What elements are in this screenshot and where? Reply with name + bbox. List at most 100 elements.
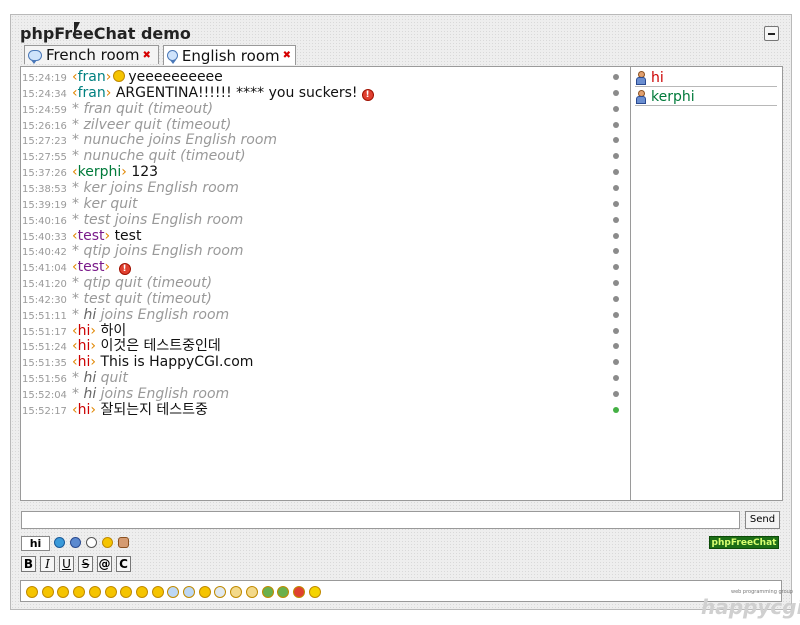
tab-english-room[interactable]: English room ✖ (163, 45, 296, 65)
smiley-icon[interactable] (26, 586, 38, 598)
message-nick[interactable]: hi (78, 323, 91, 339)
message-row: 15:52:17 ‹hi› 잘되는지 테스트중 (21, 402, 619, 418)
smiley-icon[interactable] (183, 586, 195, 598)
smiley-icon[interactable] (73, 586, 86, 598)
smiley-icon[interactable] (57, 586, 70, 598)
smiley-bar (20, 580, 782, 602)
message-text: 123 (131, 164, 159, 181)
smiley-icon[interactable] (198, 586, 211, 598)
message-nick[interactable]: hi (78, 338, 91, 354)
message-nick[interactable]: fran (78, 69, 106, 85)
smiley-icon[interactable] (88, 586, 101, 598)
user-icon[interactable] (118, 537, 129, 548)
smiley-icon[interactable] (214, 586, 227, 598)
smiley-icon[interactable] (135, 586, 148, 598)
bold-button[interactable]: B (21, 556, 36, 572)
message-row: 15:37:26 ‹kerphi› 123 (21, 164, 619, 180)
users-icon[interactable] (70, 537, 81, 548)
message-text: 잘되는지 테스트중 (100, 401, 208, 418)
color-button[interactable]: C (116, 556, 131, 572)
smiley-icon[interactable] (120, 586, 133, 598)
page-title: phpFreeChat demo (20, 24, 191, 43)
happycgi-logo: web programming group happycgi (701, 589, 800, 625)
smiley-icon[interactable] (102, 537, 113, 548)
message-status-dot (613, 137, 619, 144)
system-message: * ker joins English room (72, 179, 239, 196)
user-icon (635, 90, 646, 104)
system-star: * (72, 386, 84, 402)
message-nick[interactable]: test (78, 228, 105, 244)
message-row: 15:51:56 * hi quit (21, 370, 619, 386)
system-message: * hi quit (72, 370, 128, 386)
message-nick[interactable]: hi (83, 386, 96, 402)
message-status-dot (613, 74, 619, 80)
message-status-dot (613, 406, 619, 413)
message-row: 15:51:24 ‹hi› 이것은 테스트중인데 (21, 338, 619, 354)
message-status-dot (613, 359, 619, 366)
message-status-dot (613, 200, 619, 207)
message-status-dot (613, 327, 619, 334)
close-icon[interactable]: ✖ (142, 50, 150, 61)
smiley-icon[interactable] (151, 586, 164, 598)
send-button[interactable]: Send (745, 511, 780, 529)
smiley-icon[interactable] (41, 586, 54, 598)
smiley-icon[interactable] (230, 586, 243, 598)
message-text: 이것은 테스트중인데 (100, 338, 221, 355)
user-list-item[interactable]: hi (635, 69, 777, 87)
message-status-dot (613, 169, 619, 176)
message-row: 15:51:11 * hi joins English room (21, 307, 619, 323)
user-name: hi (651, 70, 664, 86)
message-nick[interactable]: kerphi (78, 164, 122, 180)
message-nick[interactable]: hi (78, 402, 91, 418)
message-text: joins English room (100, 306, 230, 323)
message-nick[interactable]: fran (78, 85, 106, 101)
close-icon[interactable]: ✖ (283, 50, 291, 61)
nick-button[interactable]: hi (21, 536, 50, 551)
globe-icon[interactable] (54, 537, 65, 548)
speech-bubble-icon (28, 49, 42, 64)
message-list[interactable]: 15:24:19 ‹fran› yeeeeeeeeee 15:24:34 ‹fran› … (20, 66, 631, 501)
smiley-icon[interactable] (104, 586, 117, 598)
message-status-dot (613, 105, 619, 112)
message-row: 15:41:20 * qtip quit (timeout) (21, 275, 619, 291)
message-status-dot (613, 89, 619, 96)
tab-french-room[interactable]: French room ✖ (24, 45, 159, 64)
message-nick[interactable]: test (78, 259, 105, 275)
italic-button[interactable]: I (40, 556, 55, 572)
nick-bracket-close: › (105, 84, 112, 101)
message-row: 15:51:35 ‹hi› This is HappyCGI.com (21, 354, 619, 370)
message-row: 15:39:19 * ker quit (21, 196, 619, 212)
underline-button[interactable]: U (59, 556, 74, 572)
mail-button[interactable]: @ (97, 556, 112, 572)
message-status-dot (613, 121, 619, 128)
minimize-icon[interactable] (764, 26, 779, 41)
smiley-icon[interactable] (245, 586, 258, 598)
smiley-icon[interactable] (308, 586, 321, 598)
message-status-dot (613, 343, 619, 350)
message-status-dot (613, 232, 619, 239)
clock-icon[interactable] (86, 537, 97, 548)
smiley-icon[interactable] (261, 586, 274, 598)
message-text: This is HappyCGI.com (100, 354, 254, 371)
message-nick[interactable]: hi (83, 370, 96, 386)
logo-text: happycgi (701, 595, 800, 619)
phpfreechat-badge[interactable]: phpFreeChat (709, 536, 779, 549)
smiley-icon[interactable] (277, 586, 290, 598)
message-row: 15:40:16 * test joins English room (21, 212, 619, 228)
message-nick[interactable]: hi (78, 354, 91, 370)
user-list: hi kerphi (631, 66, 783, 501)
message-text: quit (100, 370, 128, 387)
system-message: * test quit (timeout) (72, 290, 212, 307)
system-star: * (72, 370, 84, 387)
smiley-icon[interactable] (292, 586, 305, 598)
smiley-icon[interactable] (167, 586, 180, 598)
system-message: * test joins English room (72, 211, 244, 228)
nick-bracket-close: › (90, 401, 96, 418)
nick-bracket-close: › (105, 69, 112, 85)
message-row: 15:27:23 * nunuche joins English room (21, 132, 619, 148)
message-row: 15:24:19 ‹fran› yeeeeeeeeee (21, 69, 619, 85)
message-input[interactable] (21, 511, 740, 529)
message-nick[interactable]: hi (83, 307, 96, 323)
user-list-item[interactable]: kerphi (635, 88, 777, 106)
strike-button[interactable]: S (78, 556, 93, 572)
